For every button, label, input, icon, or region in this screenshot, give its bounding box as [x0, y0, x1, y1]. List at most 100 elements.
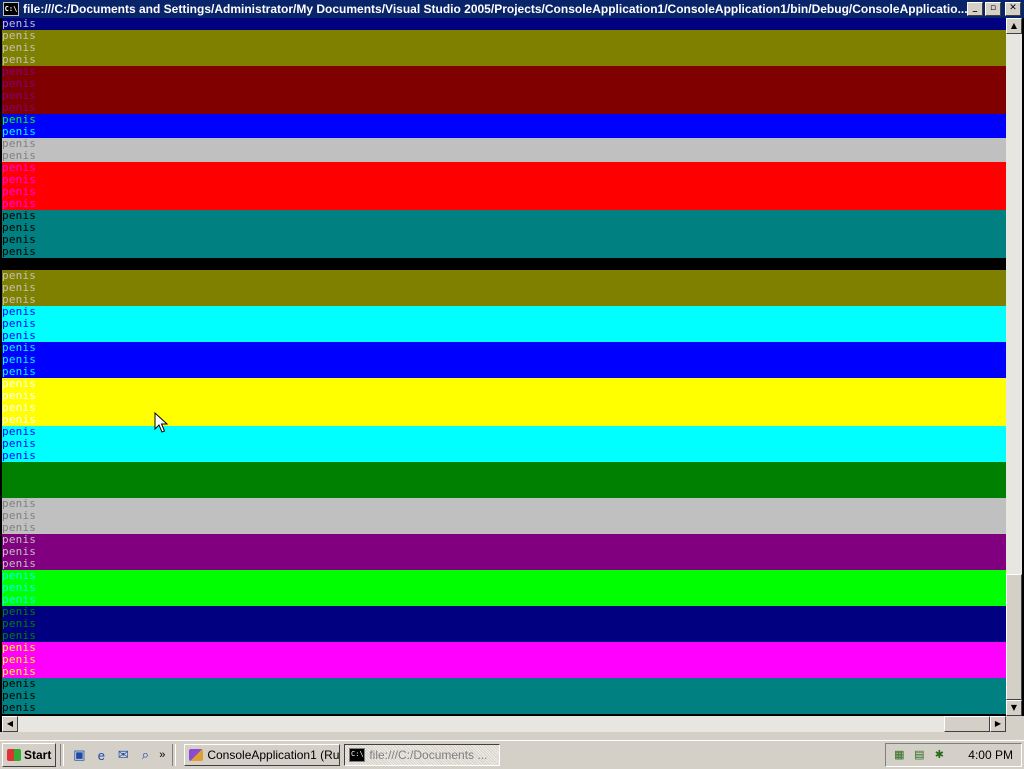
console-line-background	[42, 642, 1006, 654]
console-line-background	[42, 234, 1006, 246]
console-line-text: penis	[2, 270, 42, 282]
console-line: penis	[2, 90, 1006, 102]
console-line: penis	[2, 702, 1006, 714]
console-output[interactable]: penis penis penis penis penis penis penis penis…	[2, 18, 1006, 716]
console-line-text: penis	[2, 666, 42, 678]
console-line-text: penis	[2, 18, 42, 30]
console-line-text: penis	[2, 570, 42, 582]
console-line-background	[42, 498, 1006, 510]
task-button-visual-studio[interactable]: ConsoleApplication1 (Run...	[184, 744, 341, 766]
console-line: penis	[2, 342, 1006, 354]
taskbar-separator	[60, 744, 65, 766]
scroll-right-button[interactable]: ▶	[990, 716, 1006, 732]
window-frame-bottom[interactable]	[0, 732, 1024, 740]
console-line	[2, 258, 1006, 270]
console-line-text: penis	[2, 606, 42, 618]
console-line-text: penis	[2, 366, 42, 378]
console-line-text: penis	[2, 438, 42, 450]
network-icon[interactable]: ▦	[892, 748, 906, 762]
console-line: penis	[2, 270, 1006, 282]
console-line: penis	[2, 582, 1006, 594]
windows-logo-icon	[7, 749, 21, 761]
console-line-background	[42, 222, 1006, 234]
close-button[interactable]: ✕	[1005, 2, 1021, 16]
scroll-up-button[interactable]: ▲	[1006, 18, 1022, 34]
console-line: penis	[2, 42, 1006, 54]
console-line: penis	[2, 246, 1006, 258]
console-line-background	[42, 42, 1006, 54]
console-line: penis	[2, 78, 1006, 90]
console-line: penis	[2, 522, 1006, 534]
taskbar: Start ▣ e ✉ ⌕ » ConsoleApplication1 (Run…	[0, 740, 1024, 769]
show-desktop-icon[interactable]: ▣	[70, 746, 88, 764]
console-line-text: penis	[2, 486, 42, 498]
console-line-text: penis	[2, 642, 42, 654]
outlook-icon[interactable]: ✉	[114, 746, 132, 764]
console-line-background	[42, 330, 1006, 342]
ie-icon[interactable]: e	[92, 746, 110, 764]
console-line: penis	[2, 282, 1006, 294]
horizontal-scroll-thumb[interactable]	[944, 716, 990, 732]
console-line: penis	[2, 486, 1006, 498]
console-line-background	[42, 258, 1006, 270]
console-line-text: penis	[2, 90, 42, 102]
console-line-background	[42, 390, 1006, 402]
console-line: penis	[2, 450, 1006, 462]
vertical-scrollbar[interactable]: ▲ ▼	[1006, 18, 1022, 716]
console-line-background	[42, 558, 1006, 570]
console-line: penis	[2, 594, 1006, 606]
taskbar-separator	[172, 744, 177, 766]
console-line: penis	[2, 474, 1006, 486]
console-line: penis	[2, 690, 1006, 702]
console-line-background	[42, 630, 1006, 642]
console-line: penis	[2, 654, 1006, 666]
quick-launch-overflow-icon[interactable]: »	[156, 749, 168, 761]
clock[interactable]: 4:00 PM	[968, 748, 1013, 762]
start-button[interactable]: Start	[2, 743, 57, 767]
messenger-icon[interactable]: ✱	[932, 748, 946, 762]
scrollbar-corner	[1006, 716, 1024, 732]
window-title: file:///C:/Documents and Settings/Admini…	[23, 2, 967, 16]
console-line-background	[42, 102, 1006, 114]
console-line-text: penis	[2, 618, 42, 630]
console-line-background	[42, 162, 1006, 174]
console-line-background	[42, 78, 1006, 90]
console-line: penis	[2, 174, 1006, 186]
horizontal-scrollbar[interactable]: ◀ ▶	[2, 716, 1006, 732]
console-line-text: penis	[2, 474, 42, 486]
task-button-console[interactable]: C:\ file:///C:/Documents ...	[344, 744, 501, 766]
console-line-text: penis	[2, 330, 42, 342]
console-line: penis	[2, 234, 1006, 246]
title-bar[interactable]: C:\ file:///C:/Documents and Settings/Ad…	[0, 0, 1024, 18]
scroll-left-button[interactable]: ◀	[2, 716, 18, 732]
console-line: penis	[2, 18, 1006, 30]
console-line-background	[42, 114, 1006, 126]
console-line: penis	[2, 354, 1006, 366]
maximize-button[interactable]: ▫	[985, 2, 1001, 16]
console-line-background	[42, 54, 1006, 66]
vertical-scroll-thumb[interactable]	[1006, 574, 1022, 700]
console-line-text: penis	[2, 282, 42, 294]
console-line-text: penis	[2, 594, 42, 606]
minimize-button[interactable]: _	[967, 2, 983, 16]
console-line-text: penis	[2, 138, 42, 150]
console-line-text: penis	[2, 462, 42, 474]
console-line: penis	[2, 114, 1006, 126]
console-line-background	[42, 246, 1006, 258]
console-line: penis	[2, 666, 1006, 678]
console-line-text: penis	[2, 318, 42, 330]
update-icon[interactable]: ▤	[912, 748, 926, 762]
visual-studio-icon	[189, 749, 204, 761]
scroll-down-button[interactable]: ▼	[1006, 700, 1022, 716]
console-line-background	[42, 270, 1006, 282]
console-line-text: penis	[2, 450, 42, 462]
console-line-text: penis	[2, 42, 42, 54]
console-line: penis	[2, 426, 1006, 438]
explorer-icon[interactable]: ⌕	[136, 746, 154, 764]
console-line-background	[42, 90, 1006, 102]
console-line-background	[42, 30, 1006, 42]
console-line: penis	[2, 378, 1006, 390]
console-line-background	[42, 666, 1006, 678]
console-line: penis	[2, 138, 1006, 150]
console-app-icon[interactable]: C:\	[3, 2, 19, 16]
